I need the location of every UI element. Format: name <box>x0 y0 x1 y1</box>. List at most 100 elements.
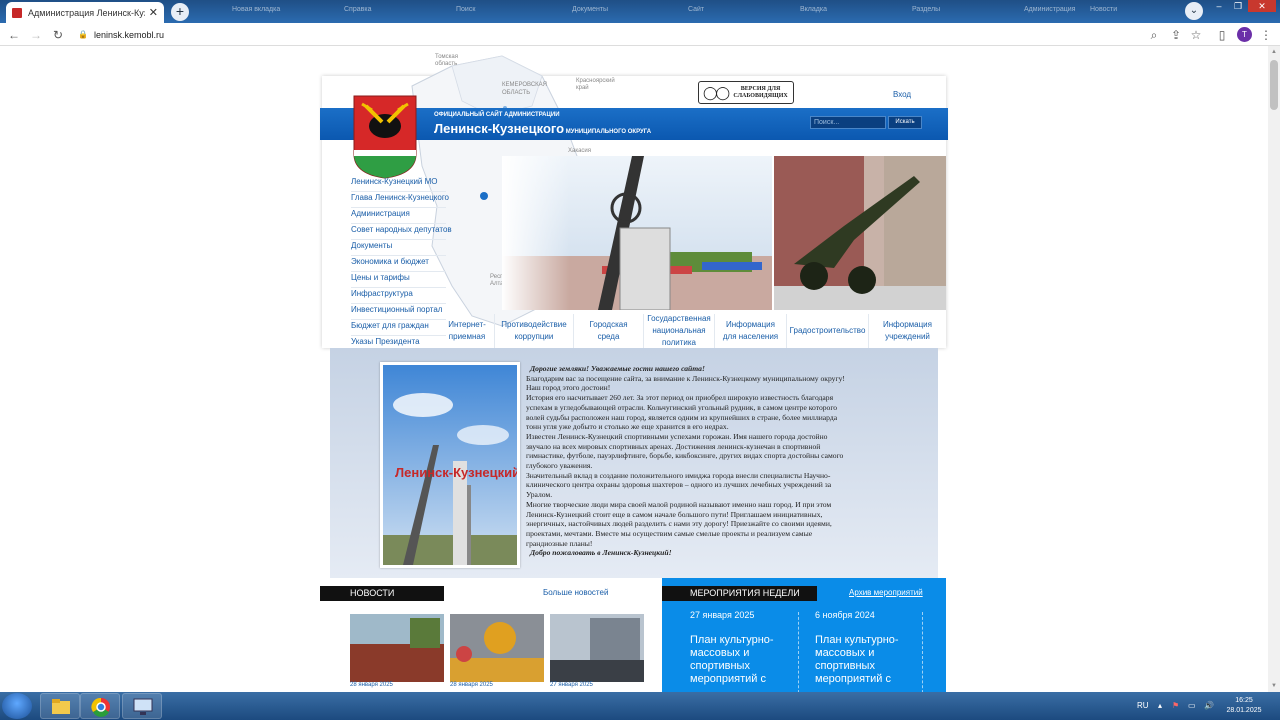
event-divider <box>922 612 923 692</box>
address-bar[interactable]: 🔒 leninsk.kemobl.ru <box>78 26 1138 43</box>
background-tab[interactable]: Администрация <box>1024 6 1084 17</box>
welcome-paragraph: История его насчитывает 260 лет. За этот… <box>526 393 838 432</box>
minimize-icon[interactable]: – <box>1210 0 1228 12</box>
left-nav-item[interactable]: Бюджет для граждан <box>351 320 446 336</box>
login-link[interactable]: Вход <box>893 90 911 99</box>
url-text: leninsk.kemobl.ru <box>93 29 164 40</box>
bookmark-star-icon[interactable]: ☆ <box>1188 27 1204 43</box>
new-tab-button[interactable]: + <box>171 3 189 21</box>
event-date: 27 января 2025 <box>690 610 755 620</box>
left-nav-item[interactable]: Ленинск-Кузнецкий МО <box>351 176 446 192</box>
background-tab[interactable]: Поиск <box>456 6 536 17</box>
background-tab[interactable]: Новая вкладка <box>232 6 312 17</box>
scrollbar-thumb[interactable] <box>1270 60 1278 110</box>
event-divider <box>798 612 799 692</box>
background-tab[interactable]: Разделы <box>912 6 992 17</box>
zoom-search-icon[interactable]: ⌕ <box>1146 27 1162 43</box>
top-nav-item[interactable]: Противодействие коррупции <box>495 314 574 348</box>
sidebar-panel-icon[interactable]: ▯ <box>1214 27 1230 43</box>
city-sign-text: Ленинск-Кузнецкий <box>395 465 517 480</box>
event-title[interactable]: План культурно-массовых и спортивных мер… <box>690 634 802 686</box>
news-thumbnail[interactable] <box>350 614 444 682</box>
event-item[interactable]: 27 января 2025 План культурно-массовых и… <box>690 610 802 686</box>
search-button[interactable]: Искать <box>888 116 922 129</box>
news-thumbnail[interactable] <box>450 614 544 682</box>
more-news-link[interactable]: Больше новостей <box>543 588 608 597</box>
header-photo-square <box>502 156 772 310</box>
browser-toolbar: ← → ↻ 🔒 leninsk.kemobl.ru ⌕ ⇪ ☆ ▯ T ⋮ <box>0 23 1280 46</box>
chrome-icon <box>91 697 110 717</box>
top-nav-item[interactable]: Градостроительство <box>787 314 869 348</box>
page-viewport: Томская область КЕМЕРОВСКАЯ ОБЛАСТЬ Крас… <box>0 46 1268 692</box>
tray-expand-icon[interactable]: ▴ <box>1158 692 1162 720</box>
left-nav-item[interactable]: Инвестиционный портал <box>351 304 446 320</box>
left-nav-item[interactable]: Экономика и бюджет <box>351 256 446 272</box>
reload-icon[interactable]: ↻ <box>50 27 66 43</box>
volume-icon[interactable]: 🔊 <box>1204 692 1214 720</box>
top-nav-item[interactable]: Городская среда <box>574 314 644 348</box>
top-nav-item[interactable]: Информация учреждений <box>869 314 946 348</box>
profile-avatar[interactable]: T <box>1237 27 1252 42</box>
site-title-suffix: МУНИЦИПАЛЬНОГО ОКРУГА <box>564 129 652 135</box>
top-nav-item[interactable]: Государственная национальная политика <box>644 314 715 348</box>
left-nav-item[interactable]: Цены и тарифы <box>351 272 446 288</box>
site-header-block: Томская область КЕМЕРОВСКАЯ ОБЛАСТЬ Крас… <box>320 54 948 352</box>
explorer-taskbar-icon[interactable] <box>40 693 80 719</box>
monitor-icon <box>133 698 153 715</box>
event-item[interactable]: 6 ноября 2024 План культурно-массовых и … <box>815 610 927 686</box>
search-input[interactable]: Поиск... <box>810 116 886 129</box>
language-indicator[interactable]: RU <box>1137 692 1149 720</box>
welcome-photo: Ленинск-Кузнецкий <box>380 362 520 568</box>
left-nav-item[interactable]: Инфраструктура <box>351 288 446 304</box>
site-title-text: Ленинск-Кузнецкого <box>434 121 565 136</box>
back-arrow-icon[interactable]: ← <box>6 27 22 43</box>
news-heading: НОВОСТИ <box>320 586 444 601</box>
background-tab[interactable]: Новости <box>1090 6 1130 17</box>
tab-title: Администрация Ленинск-Кузнецкого <box>28 7 145 18</box>
start-button[interactable] <box>2 693 32 719</box>
browser-tab-strip: Администрация Ленинск-Кузнецкого ✕ + Нов… <box>0 0 1280 23</box>
background-tab[interactable]: Вкладка <box>800 6 880 17</box>
windows-taskbar: RU ▴ ⚑ ▭ 🔊 16:25 28.01.2025 <box>0 692 1280 720</box>
background-tab[interactable]: Сайт <box>688 6 768 17</box>
browser-menu-icon[interactable]: ⋮ <box>1258 27 1274 43</box>
left-nav-item[interactable]: Глава Ленинск-Кузнецкого <box>351 192 449 208</box>
left-nav-item[interactable]: Документы <box>351 240 446 256</box>
event-date: 6 ноября 2024 <box>815 610 875 620</box>
app-taskbar-icon[interactable] <box>122 693 162 719</box>
events-heading: МЕРОПРИЯТИЯ НЕДЕЛИ <box>662 586 817 601</box>
map-label-kemerovo: КЕМЕРОВСКАЯ ОБЛАСТЬ <box>502 82 547 96</box>
share-icon[interactable]: ⇪ <box>1168 27 1184 43</box>
maximize-icon[interactable]: ❐ <box>1229 0 1247 12</box>
news-thumbnail[interactable] <box>550 614 644 682</box>
top-nav: Интернет-приемная Противодействие корруп… <box>440 314 946 348</box>
forward-arrow-icon[interactable]: → <box>28 27 44 43</box>
events-section: МЕРОПРИЯТИЯ НЕДЕЛИ Архив мероприятий 27 … <box>662 578 946 692</box>
header-photo-cannon <box>774 156 946 310</box>
top-nav-item[interactable]: Информация для населения <box>715 314 787 348</box>
page-scrollbar[interactable]: ▲ ▼ <box>1268 46 1280 692</box>
news-date: 28 января 2025 <box>450 682 493 688</box>
left-nav-item[interactable]: Администрация <box>351 208 446 224</box>
flag-icon[interactable]: ⚑ <box>1172 692 1179 720</box>
tab-close-icon[interactable]: ✕ <box>149 6 158 19</box>
network-icon[interactable]: ▭ <box>1188 692 1196 720</box>
scroll-down-icon[interactable]: ▼ <box>1268 680 1280 692</box>
news-date: 28 января 2025 <box>350 682 393 688</box>
taskbar-clock[interactable]: 16:25 28.01.2025 <box>1222 696 1266 716</box>
event-title[interactable]: План культурно-массовых и спортивных мер… <box>815 634 927 686</box>
close-window-icon[interactable]: ✕ <box>1248 0 1276 12</box>
events-archive-link[interactable]: Архив мероприятий <box>849 588 923 597</box>
news-date: 27 января 2025 <box>550 682 593 688</box>
scroll-up-icon[interactable]: ▲ <box>1268 46 1280 58</box>
low-vision-label: ВЕРСИЯ ДЛЯ СЛАБОВИДЯЩИХ <box>733 85 788 99</box>
welcome-paragraph: Значительный вклад в создание положитель… <box>526 470 832 500</box>
background-tab[interactable]: Справка <box>344 6 424 17</box>
low-vision-button[interactable]: ◯◯ ВЕРСИЯ ДЛЯ СЛАБОВИДЯЩИХ <box>698 81 794 104</box>
chrome-taskbar-icon[interactable] <box>80 693 120 719</box>
top-nav-item[interactable]: Интернет-приемная <box>440 314 495 348</box>
tab-search-chevron-icon[interactable]: ⌄ <box>1185 2 1203 20</box>
tab-active[interactable]: Администрация Ленинск-Кузнецкого ✕ <box>6 2 164 23</box>
left-nav-item[interactable]: Совет народных депутатов <box>351 224 452 240</box>
background-tab[interactable]: Документы <box>572 6 652 17</box>
